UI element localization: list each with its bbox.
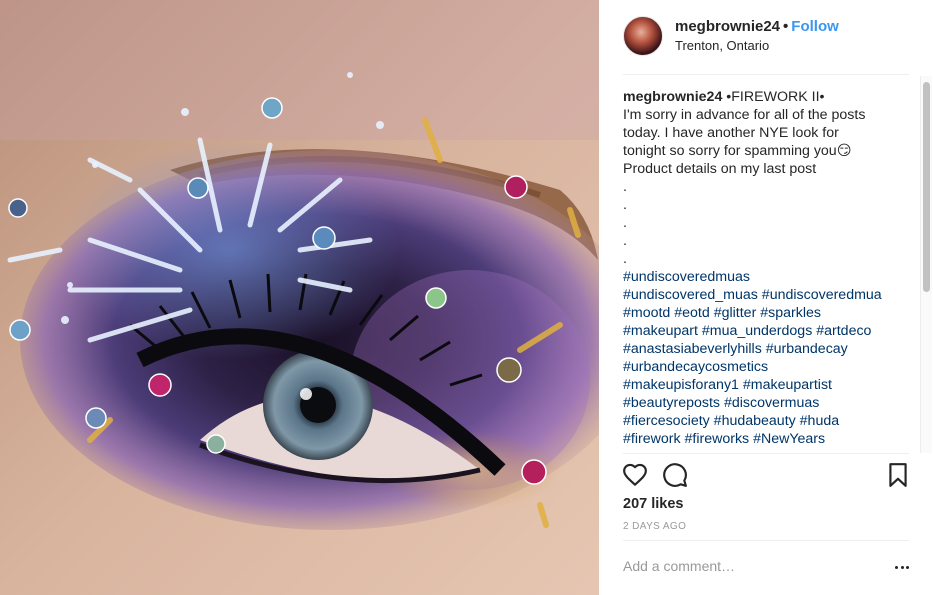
separator-dot: • xyxy=(783,18,789,35)
post-details-panel: megbrownie24 • Follow Trenton, Ontario meg… xyxy=(599,0,933,595)
caption-line: . xyxy=(623,233,627,249)
comment-bubble-icon[interactable] xyxy=(662,462,688,488)
caption-line: tonight so sorry for spamming you😏 xyxy=(623,143,852,159)
hashtag-line[interactable]: #urbandecaycosmetics xyxy=(623,358,909,376)
hashtag-line[interactable]: #makeupisforany1 #makeupartist xyxy=(623,376,909,394)
post-timestamp[interactable]: 2 DAYS AGO xyxy=(623,521,686,532)
comment-divider xyxy=(623,540,909,541)
post-header: megbrownie24 • Follow Trenton, Ontario xyxy=(599,0,933,74)
author-username[interactable]: megbrownie24 xyxy=(675,18,780,35)
scrollbar-thumb[interactable] xyxy=(923,82,930,292)
caption-line: . xyxy=(623,197,627,213)
caption-first-line: megbrownie24 •FIREWORK II• xyxy=(623,88,909,106)
hashtag-line[interactable]: #undiscoveredmuas xyxy=(623,268,909,286)
hashtag-line[interactable]: #undiscovered_muas #undiscoveredmua xyxy=(623,286,909,304)
caption-scrollbar[interactable] xyxy=(920,76,932,453)
likes-count[interactable]: 207 likes xyxy=(623,496,683,512)
caption-line: . xyxy=(623,251,627,267)
post-location[interactable]: Trenton, Ontario xyxy=(675,38,769,53)
hashtag-line[interactable]: #makeupart #mua_underdogs #artdeco xyxy=(623,322,909,340)
author-row: megbrownie24 • Follow xyxy=(675,18,839,35)
hashtag-line[interactable]: #beautyreposts #discovermuas xyxy=(623,394,909,412)
caption-line: . xyxy=(623,179,627,195)
heart-icon[interactable] xyxy=(622,462,648,488)
hashtag-line[interactable]: #firework #fireworks #NewYears xyxy=(623,430,909,448)
more-dot xyxy=(895,566,898,569)
caption-divider xyxy=(623,453,909,454)
caption-line: . xyxy=(623,215,627,231)
more-dot xyxy=(906,566,909,569)
header-divider xyxy=(623,74,909,75)
action-bar xyxy=(599,456,933,496)
caption: megbrownie24 •FIREWORK II• I'm sorry in … xyxy=(623,88,909,452)
caption-line: Product details on my last post xyxy=(623,161,817,177)
eye-makeup-illustration xyxy=(0,0,599,595)
follow-button[interactable]: Follow xyxy=(791,18,839,35)
caption-line: today. I have another NYE look for xyxy=(623,125,839,141)
more-options-icon[interactable] xyxy=(893,560,911,574)
caption-title: •FIREWORK II• xyxy=(722,89,825,105)
caption-username[interactable]: megbrownie24 xyxy=(623,89,722,105)
hashtag-line[interactable]: #fiercesociety #hudabeauty #huda xyxy=(623,412,909,430)
add-comment-input[interactable]: Add a comment… xyxy=(623,558,873,574)
caption-line: I'm sorry in advance for all of the post… xyxy=(623,107,866,123)
author-avatar[interactable] xyxy=(623,16,663,56)
post-image[interactable] xyxy=(0,0,599,595)
hashtag-line[interactable]: #mootd #eotd #glitter #sparkles xyxy=(623,304,909,322)
hashtag-line[interactable]: #anastasiabeverlyhills #urbandecay xyxy=(623,340,909,358)
bookmark-icon[interactable] xyxy=(885,462,911,488)
more-dot xyxy=(900,566,904,569)
